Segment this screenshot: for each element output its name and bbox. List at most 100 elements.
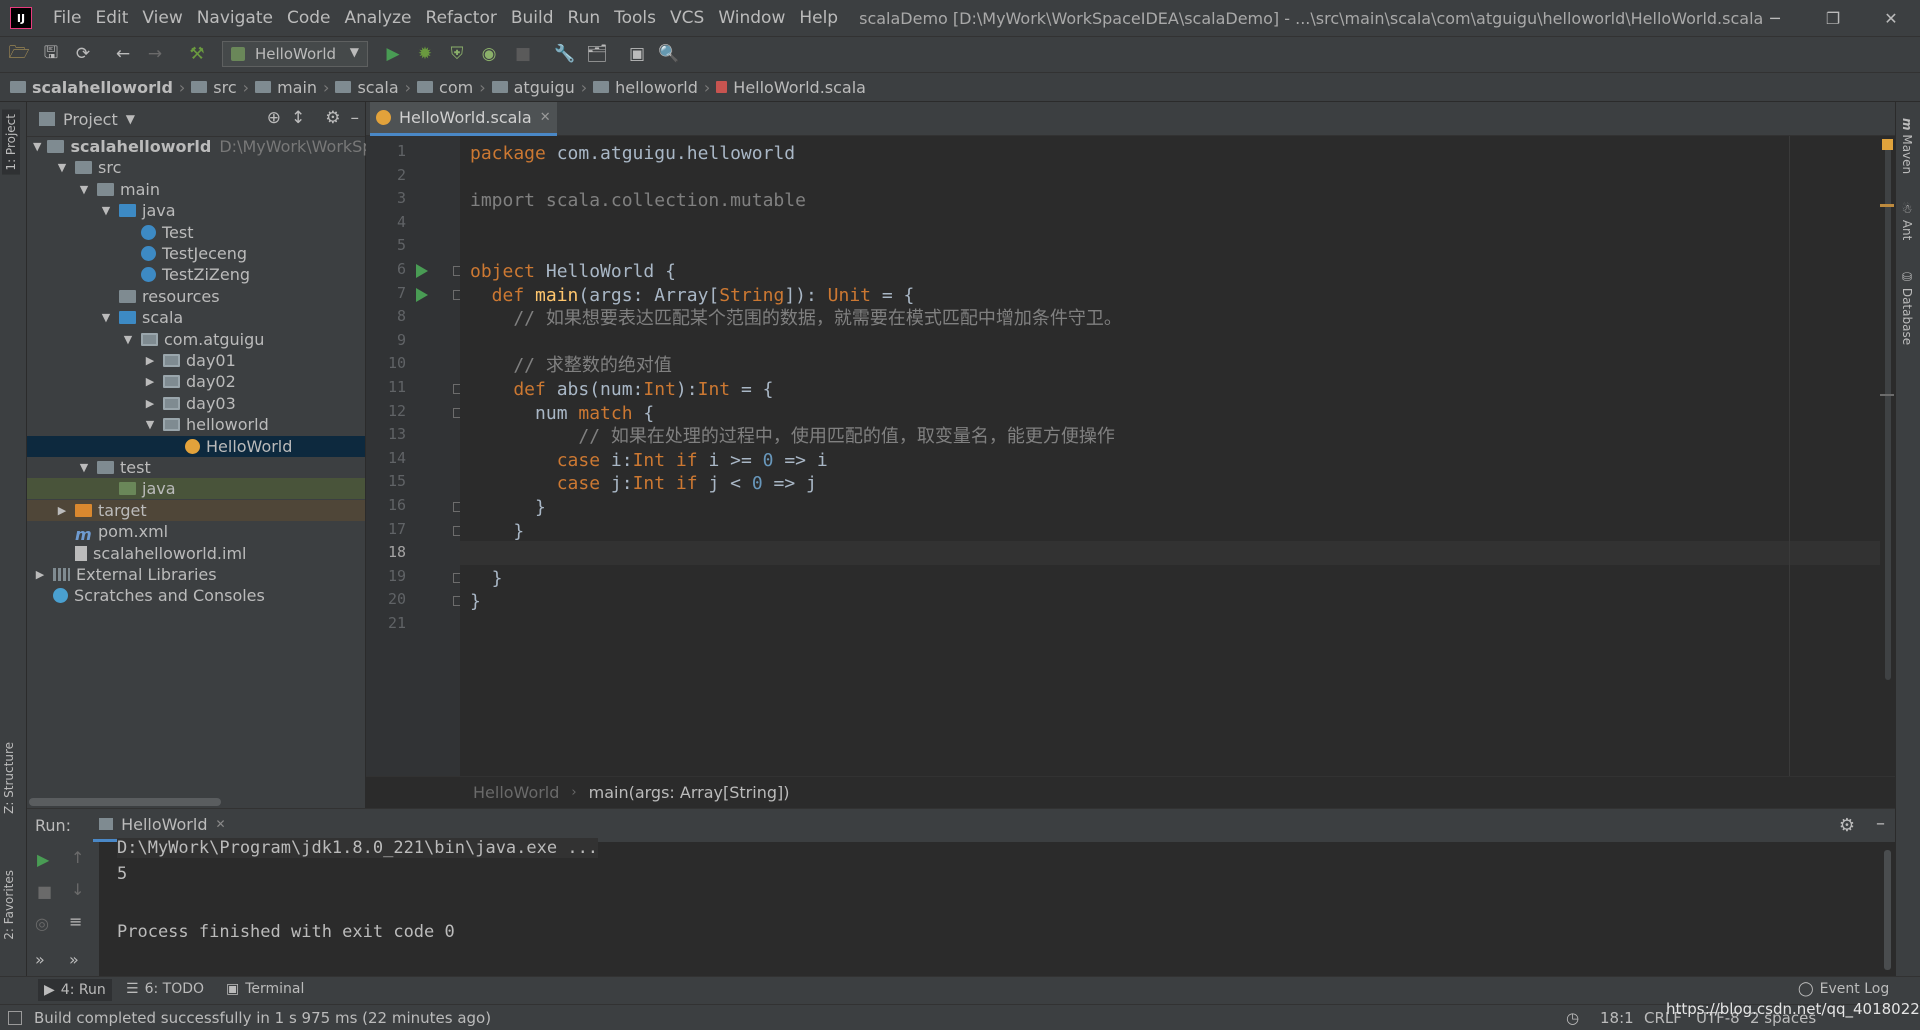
caret-position[interactable]: 18:1 xyxy=(1600,1009,1634,1027)
profile-icon[interactable]: ◉ xyxy=(478,43,500,65)
restore-button[interactable]: ❐ xyxy=(1804,0,1862,36)
more-icon[interactable]: » xyxy=(69,950,79,969)
menu-edit[interactable]: Edit xyxy=(88,0,135,36)
structure-tool-tab[interactable]: Z: Structure xyxy=(2,742,16,814)
ant-tool-tab[interactable]: ☃ Ant xyxy=(1900,202,1914,240)
menu-analyze[interactable]: Analyze xyxy=(338,0,419,36)
breadcrumb-item[interactable]: HelloWorld.scala xyxy=(716,78,866,97)
run-gutter-icon[interactable] xyxy=(416,287,428,302)
breadcrumb-item[interactable]: helloworld › xyxy=(593,78,710,97)
tree-item[interactable]: ▼ scala xyxy=(27,307,365,328)
error-stripe[interactable] xyxy=(1880,136,1896,776)
project-structure-icon[interactable]: 🗂 xyxy=(586,43,608,65)
info-marker[interactable] xyxy=(1880,394,1894,396)
stop-icon[interactable]: ■ xyxy=(37,882,52,901)
breadcrumb-item[interactable]: scala › xyxy=(335,78,411,97)
run-tool-tab[interactable]: ▶ 4: Run xyxy=(38,979,112,1001)
favorites-tool-tab[interactable]: 2: Favorites xyxy=(2,870,16,940)
gear-icon[interactable]: ⚙ xyxy=(1839,815,1855,836)
locate-target-icon[interactable]: ⊕ xyxy=(267,108,281,128)
search-icon[interactable]: 🔍 xyxy=(658,43,680,65)
tree-item[interactable]: TestZiZeng xyxy=(27,264,365,285)
crumb-method[interactable]: main(args: Array[String]) xyxy=(589,783,790,802)
collapsed-arrow-icon[interactable]: ▶ xyxy=(143,397,157,410)
breadcrumb-item[interactable]: src › xyxy=(191,78,249,97)
warning-indicator-icon[interactable] xyxy=(1882,139,1893,150)
expanded-arrow-icon[interactable]: ▼ xyxy=(99,311,113,324)
tree-item[interactable]: ▼ scalahelloworld D:\MyWork\WorkSpace xyxy=(27,136,401,157)
console-scrollbar[interactable] xyxy=(1880,842,1895,976)
chevron-down-icon[interactable]: ▼ xyxy=(126,112,135,126)
event-log-tool-tab[interactable]: ◯ Event Log xyxy=(1798,981,1889,997)
hide-panel-icon[interactable]: – xyxy=(351,108,360,128)
expanded-arrow-icon[interactable]: ▼ xyxy=(99,204,113,217)
expanded-arrow-icon[interactable]: ▼ xyxy=(33,140,41,153)
expanded-arrow-icon[interactable]: ▼ xyxy=(77,183,91,196)
menu-refactor[interactable]: Refactor xyxy=(419,0,504,36)
tree-item[interactable]: scalahelloworld.iml xyxy=(27,543,365,564)
tree-item[interactable]: HelloWorld xyxy=(27,435,365,457)
close-tab-icon[interactable]: ✕ xyxy=(215,817,225,831)
terminal-window-icon[interactable]: ▣ xyxy=(626,43,648,65)
tree-item[interactable]: ▶ External Libraries xyxy=(27,564,365,585)
scroll-up-arrow-icon[interactable]: ↑ xyxy=(71,848,84,867)
back-arrow-icon[interactable]: ← xyxy=(112,43,134,65)
more-icon[interactable]: » xyxy=(35,950,45,969)
tree-item[interactable]: TestJeceng xyxy=(27,243,365,264)
project-tool-tab[interactable]: 1: Project xyxy=(2,110,20,175)
breadcrumb-item[interactable]: atguigu › xyxy=(491,78,587,97)
breadcrumb-item[interactable]: scalahelloworld › xyxy=(10,78,185,97)
build-hammer-icon[interactable]: ⚒ xyxy=(186,43,208,65)
breadcrumb-item[interactable]: com › xyxy=(417,78,486,97)
tree-item[interactable]: ▼ java xyxy=(27,200,365,221)
todo-tool-tab[interactable]: ☰ 6: TODO xyxy=(126,981,204,997)
tree-item[interactable]: resources xyxy=(27,286,365,307)
editor-gutter[interactable]: 1 2 3 4 5 6 7 8 9 10 11 12 13 14 15 16 17 18 19 20 21 xyxy=(366,136,463,776)
gear-icon[interactable]: ⚙ xyxy=(325,108,340,128)
tree-item[interactable]: ▼ src xyxy=(27,157,365,178)
stop-icon[interactable]: ■ xyxy=(512,43,534,65)
menu-build[interactable]: Build xyxy=(504,0,561,36)
minimize-button[interactable]: ─ xyxy=(1746,0,1804,36)
menu-tools[interactable]: Tools xyxy=(607,0,663,36)
tree-item[interactable]: m pom.xml xyxy=(27,521,365,544)
tree-item[interactable]: ▼ main xyxy=(27,179,365,200)
menu-code[interactable]: Code xyxy=(280,0,338,36)
forward-arrow-icon[interactable]: → xyxy=(144,43,166,65)
maven-tool-tab[interactable]: m Maven xyxy=(1900,118,1914,174)
database-tool-tab[interactable]: ⛁ Database xyxy=(1900,270,1914,345)
sync-icon[interactable]: ⟳ xyxy=(72,43,94,65)
collapsed-arrow-icon[interactable]: ▶ xyxy=(33,568,47,581)
hide-panel-icon[interactable]: – xyxy=(1876,813,1885,834)
open-folder-icon[interactable]: 🗁 xyxy=(8,43,30,65)
camera-icon[interactable]: ◎ xyxy=(35,914,49,933)
tree-item[interactable]: ▼ test xyxy=(27,457,365,478)
tree-item[interactable]: ▼ com.atguigu xyxy=(27,329,365,350)
tree-item[interactable]: Test xyxy=(27,222,365,243)
horizontal-scrollbar[interactable] xyxy=(29,798,221,806)
collapsed-arrow-icon[interactable]: ▶ xyxy=(143,375,157,388)
intellij-logo-icon[interactable]: IJ xyxy=(10,7,32,29)
collapse-all-icon[interactable]: ↕ xyxy=(291,108,305,128)
menu-run[interactable]: Run xyxy=(561,0,608,36)
tree-item[interactable]: ▶ day03 xyxy=(27,393,365,414)
warning-marker[interactable] xyxy=(1880,204,1894,207)
tree-item[interactable]: ▶ target xyxy=(27,499,365,521)
collapsed-arrow-icon[interactable]: ▶ xyxy=(143,354,157,367)
run-tab-helloworld[interactable]: HelloWorld ✕ xyxy=(93,810,232,842)
expanded-arrow-icon[interactable]: ▼ xyxy=(143,418,157,431)
coverage-icon[interactable]: ⛨ xyxy=(446,43,468,65)
menu-view[interactable]: View xyxy=(135,0,189,36)
save-all-icon[interactable]: 🖫 xyxy=(40,43,62,65)
tool-window-toggle-icon[interactable] xyxy=(8,1010,22,1025)
tree-item[interactable]: ▼ helloworld xyxy=(27,414,365,435)
breadcrumb-item[interactable]: main › xyxy=(255,78,329,97)
menu-window[interactable]: Window xyxy=(711,0,792,36)
tree-item[interactable]: ▶ day02 xyxy=(27,371,365,392)
tree-item[interactable]: java xyxy=(27,478,365,500)
terminal-tool-tab[interactable]: ▣ Terminal xyxy=(226,981,304,997)
project-panel-title[interactable]: Project xyxy=(63,110,118,129)
run-gutter-icon[interactable] xyxy=(416,264,428,278)
rerun-icon[interactable]: ▶ xyxy=(37,850,49,869)
collapsed-arrow-icon[interactable]: ▶ xyxy=(55,504,69,517)
